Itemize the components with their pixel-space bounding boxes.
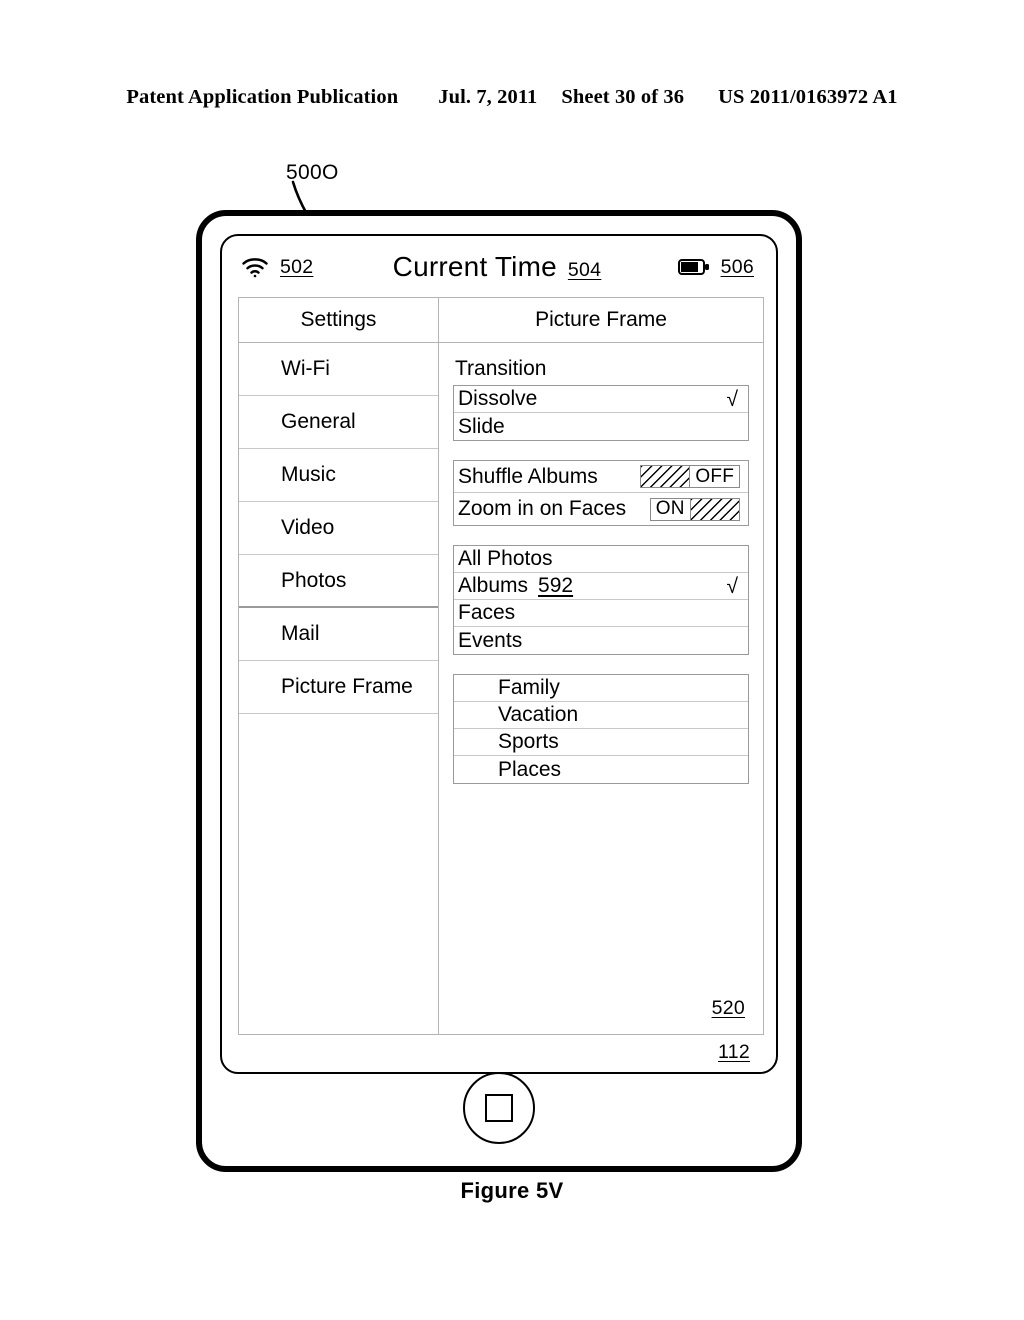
shuffle-albums-toggle[interactable]: OFF <box>640 465 740 488</box>
status-bar-center: Current Time 504 <box>390 251 604 283</box>
albums-ref: 592 <box>538 574 574 597</box>
sidebar-item-label: Wi-Fi <box>281 357 330 380</box>
sidebar-item-video[interactable]: Video <box>239 502 438 555</box>
sidebar-header: Settings <box>239 298 438 343</box>
source-faces[interactable]: Faces <box>454 600 748 627</box>
detail-content: Transition Dissolve √ Slide Shuffle Albu… <box>439 343 763 1034</box>
source-albums[interactable]: Albums 592 √ <box>454 573 748 600</box>
figure-caption: Figure 5V <box>460 1178 564 1203</box>
sidebar-item-label: Photos <box>281 568 347 592</box>
shuffle-albums-label: Shuffle Albums <box>458 464 598 488</box>
switches-group: Shuffle Albums OFF Zoom in on Faces ON <box>453 460 749 526</box>
sidebar-item-photos[interactable]: Photos <box>239 555 438 608</box>
sidebar-item-label: Music <box>281 463 336 486</box>
source-all-photos[interactable]: All Photos <box>454 546 748 573</box>
album-label: Places <box>498 757 562 781</box>
publication-header: Patent Application Publication Jul. 7, 2… <box>0 86 1024 109</box>
sidebar-item-mail[interactable]: Mail <box>239 608 438 661</box>
toggle-knob <box>641 466 690 487</box>
toggle-knob <box>691 498 739 520</box>
status-bar-left: 502 <box>240 256 390 279</box>
publication-number: US 2011/0163972 A1 <box>718 86 898 108</box>
battery-ref: 506 <box>720 255 754 278</box>
picture-frame-pane: Picture Frame Transition Dissolve √ Slid… <box>439 298 763 1034</box>
album-item-places[interactable]: Places <box>454 756 748 783</box>
publication-title: Patent Application Publication <box>126 86 399 108</box>
current-time-ref: 504 <box>567 259 602 281</box>
panel-ref-520: 520 <box>711 997 745 1019</box>
photo-source-group: All Photos Albums 592 √ Faces Events <box>453 545 749 655</box>
transition-option-label: Slide <box>458 414 505 438</box>
zoom-in-on-faces-toggle[interactable]: ON <box>649 497 740 521</box>
album-label: Family <box>498 676 560 699</box>
zoom-in-on-faces-label: Zoom in on Faces <box>458 497 627 520</box>
album-list-group: Family Vacation Sports Places <box>453 674 749 784</box>
transition-option-dissolve[interactable]: Dissolve √ <box>454 386 748 413</box>
sidebar-empty-area <box>239 714 438 1034</box>
transition-option-label: Dissolve <box>458 387 538 410</box>
zoom-in-on-faces-row: Zoom in on Faces ON <box>454 493 748 525</box>
wifi-ref: 502 <box>280 255 314 278</box>
checkmark-icon: √ <box>726 574 738 598</box>
source-label: Faces <box>458 601 516 624</box>
album-item-family[interactable]: Family <box>454 675 748 702</box>
wifi-icon <box>242 258 268 278</box>
status-bar-right: 506 <box>604 256 754 279</box>
sidebar-item-music[interactable]: Music <box>239 449 438 502</box>
shuffle-albums-row: Shuffle Albums OFF <box>454 461 748 493</box>
toggle-state-label: OFF <box>690 466 739 487</box>
source-label: All Photos <box>458 547 553 570</box>
device-screen: 502 Current Time 504 506 Settings Wi-Fi … <box>220 234 778 1074</box>
source-events[interactable]: Events <box>454 627 748 654</box>
transition-option-slide[interactable]: Slide <box>454 413 748 440</box>
sidebar-item-general[interactable]: General <box>239 396 438 449</box>
detail-header: Picture Frame <box>439 298 763 343</box>
sidebar-item-label: Video <box>281 516 335 539</box>
sidebar-item-label: General <box>281 410 356 433</box>
toggle-state-label: ON <box>650 498 690 520</box>
transition-label: Transition <box>455 357 547 380</box>
source-label: Events <box>458 628 523 652</box>
album-item-vacation[interactable]: Vacation <box>454 702 748 729</box>
transition-group: Dissolve √ Slide <box>453 385 749 441</box>
device-ref-112: 112 <box>718 1041 750 1063</box>
sidebar-item-picture-frame[interactable]: Picture Frame <box>239 661 438 714</box>
album-label: Vacation <box>498 703 579 726</box>
sidebar-item-label: Picture Frame <box>281 675 413 698</box>
device-body: 502 Current Time 504 506 Settings Wi-Fi … <box>196 210 802 1172</box>
publication-sheet: Sheet 30 of 36 <box>561 86 685 108</box>
home-square-icon <box>485 1094 513 1122</box>
home-button[interactable] <box>463 1072 535 1144</box>
album-item-sports[interactable]: Sports <box>454 729 748 756</box>
checkmark-icon: √ <box>726 387 738 411</box>
settings-sidebar: Settings Wi-Fi General Music Video Photo… <box>239 298 439 1034</box>
publication-date: Jul. 7, 2011 <box>438 86 538 108</box>
status-bar: 502 Current Time 504 506 <box>222 236 776 298</box>
source-label: Albums <box>458 574 529 597</box>
current-time-title: Current Time <box>392 251 557 282</box>
settings-panel: Settings Wi-Fi General Music Video Photo… <box>238 297 764 1035</box>
battery-icon <box>677 259 709 275</box>
sidebar-item-wifi[interactable]: Wi-Fi <box>239 343 438 396</box>
sidebar-item-label: Mail <box>281 622 320 645</box>
album-label: Sports <box>498 730 559 753</box>
